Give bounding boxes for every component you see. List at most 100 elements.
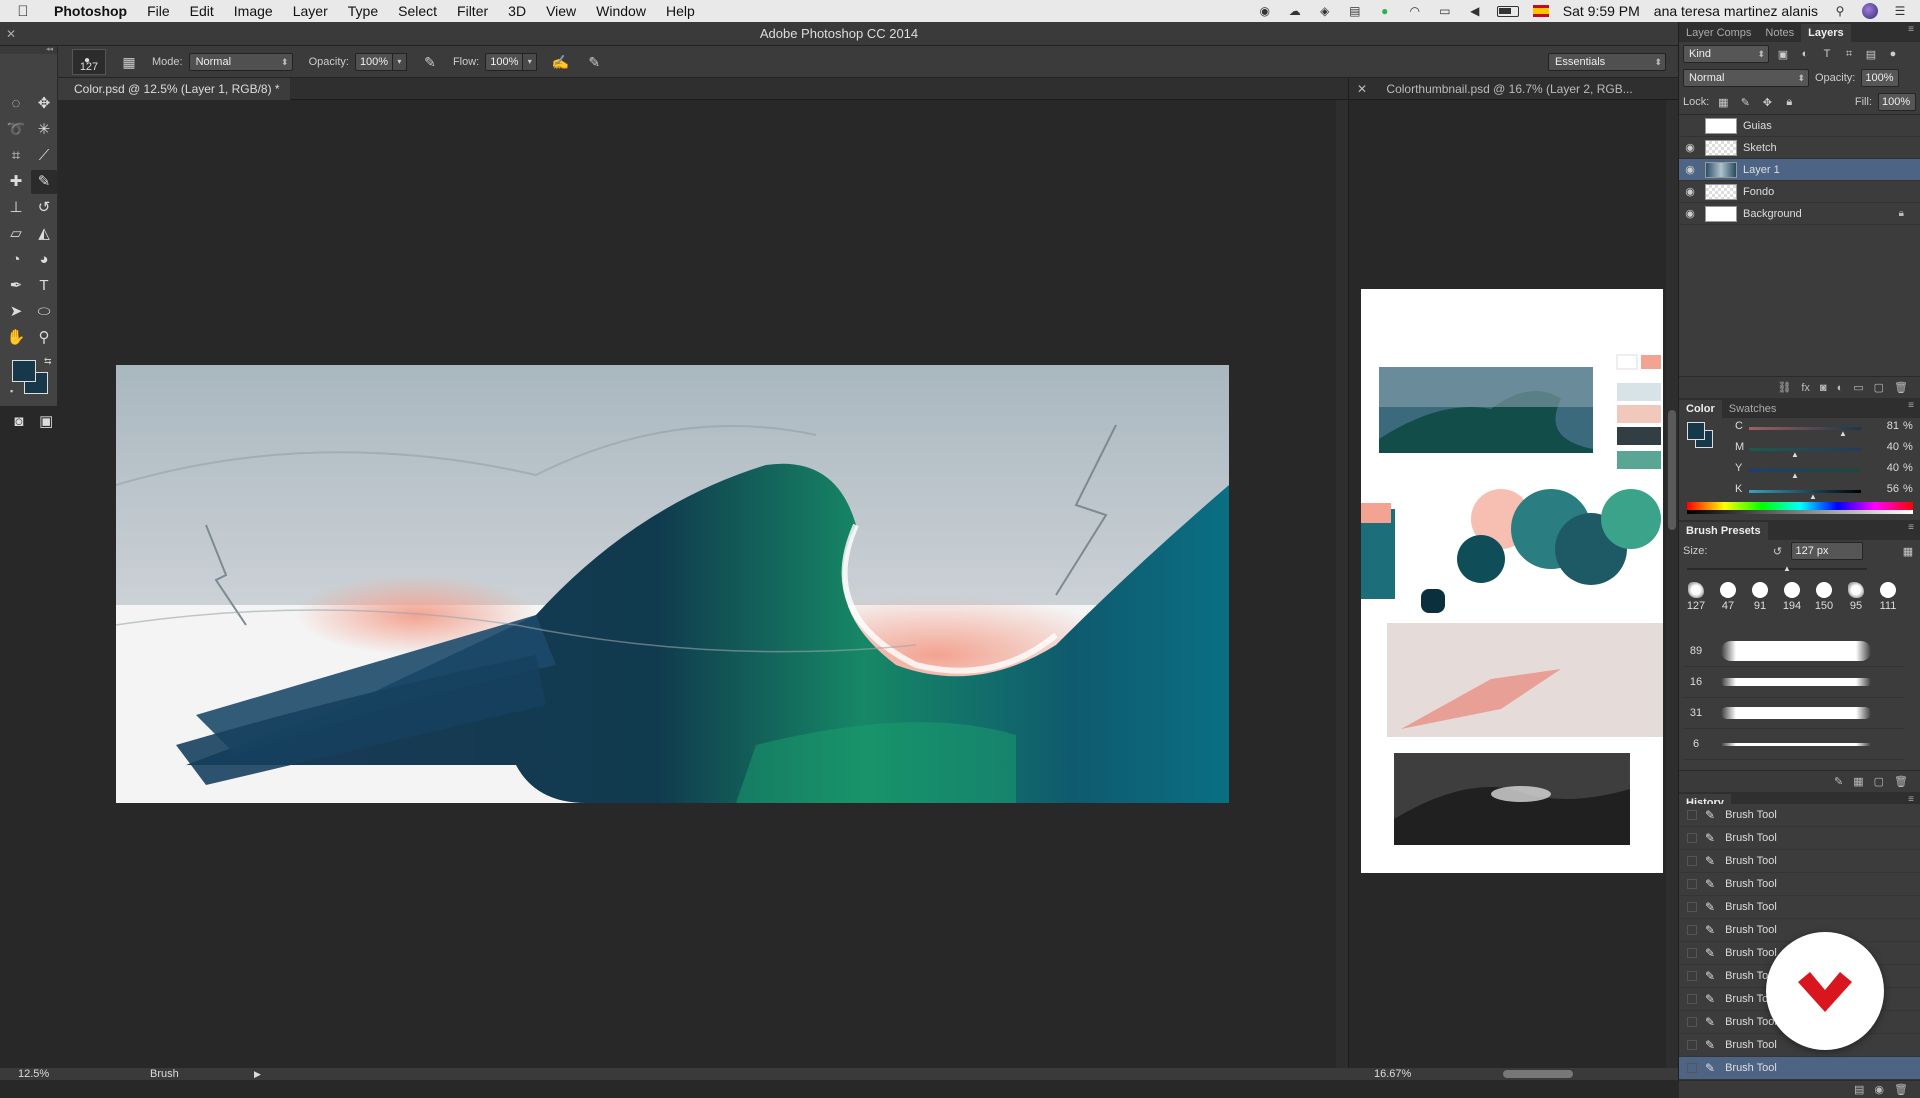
tab-color[interactable]: Color [1679,400,1722,418]
menu-3d[interactable]: 3D [498,3,536,19]
blend-mode-select[interactable]: Normal [1683,69,1809,87]
volume-icon[interactable]: ◀ [1467,4,1483,18]
tab-layers[interactable]: Layers [1801,24,1851,42]
lock-transparent-icon[interactable]: ▦ [1715,96,1731,109]
history-state[interactable]: ✎ Brush Tool [1679,873,1920,896]
history-snapshot-checkbox[interactable] [1687,810,1697,820]
color-panel-foreground-swatch[interactable] [1687,422,1705,440]
adjustment-layer-icon[interactable]: ◐ [1837,382,1844,394]
right-zoom-readout[interactable]: 16.67% [1374,1068,1411,1080]
history-snapshot-checkbox[interactable] [1687,948,1697,958]
battery-icon[interactable] [1496,5,1519,17]
tab-colorthumbnail-psd[interactable]: Colorthumbnail.psd @ 16.7% (Layer 2, RGB… [1378,78,1640,100]
paint-bucket-tool-icon[interactable]: ◭ [31,222,57,246]
ellipse-tool-icon[interactable]: ⬭ [31,300,57,324]
link-layers-icon[interactable]: ⛓ [1777,381,1791,394]
tab-color-psd[interactable]: Color.psd @ 12.5% (Layer 1, RGB/8) * [58,78,290,100]
hand-tool-icon[interactable]: ✋ [3,326,29,350]
filter-adjustment-icon[interactable]: ◐ [1797,48,1813,60]
close-window-icon[interactable]: ✕ [6,22,16,46]
menu-view[interactable]: View [536,3,586,19]
reference-vertical-scrollbar[interactable] [1666,100,1678,1068]
eraser-tool-icon[interactable]: ▱ [3,222,29,246]
tab-swatches[interactable]: Swatches [1722,400,1784,418]
brush-tip[interactable]: 127 [1683,582,1709,612]
filter-toggle-icon[interactable]: ● [1885,48,1901,60]
zoom-tool-icon[interactable]: ⚲ [31,326,57,350]
flow-slider-toggle[interactable]: ▾ [523,52,538,71]
layer-filter-select[interactable]: Kind [1683,45,1769,63]
brush-stroke-preset[interactable]: 89 [1683,636,1905,667]
document-vertical-scrollbar[interactable] [1336,100,1348,1068]
new-document-from-state-icon[interactable]: ▤ [1854,1083,1864,1096]
history-snapshot-checkbox[interactable] [1687,833,1697,843]
history-state[interactable]: ✎ Brush Tool [1679,827,1920,850]
channel-value[interactable]: 81 [1869,420,1899,434]
lock-position-icon[interactable]: ✥ [1759,96,1775,109]
flow-field[interactable]: 100% [485,52,524,71]
color-spectrum-bar[interactable] [1687,502,1913,514]
channel-value[interactable]: 40 [1869,462,1899,476]
history-snapshot-checkbox[interactable] [1687,856,1697,866]
app-menu[interactable]: Photoshop [46,3,137,19]
menu-image[interactable]: Image [224,3,283,19]
dropbox-icon[interactable]: ◈ [1317,4,1333,18]
layer-fill-field[interactable]: 100% [1878,93,1916,111]
document-canvas[interactable] [116,365,1229,803]
brush-tip[interactable]: 111 [1875,582,1901,612]
status-dot-icon[interactable]: ● [1377,4,1393,18]
visibility-eye-icon[interactable]: ◉ [1679,207,1701,220]
tab-notes[interactable]: Notes [1758,24,1801,42]
brush-tip[interactable]: 194 [1779,582,1805,612]
layer-row[interactable]: ◉ Background 🔒︎ [1679,203,1920,225]
history-snapshot-checkbox[interactable] [1687,971,1697,981]
history-brush-tool-icon[interactable]: ↺ [31,196,57,220]
brush-tip[interactable]: 47 [1715,582,1741,612]
opacity-field[interactable]: 100% [354,52,393,71]
layer-row[interactable]: ◉ Fondo [1679,181,1920,203]
marquee-tool-icon[interactable]: ◌ [3,92,29,116]
filter-type-icon[interactable]: T [1819,48,1835,60]
channel-value[interactable]: 56 [1869,483,1899,497]
history-state[interactable]: ✎ Brush Tool [1679,850,1920,873]
record-icon[interactable]: ◉ [1257,4,1273,18]
brush-preset-picker[interactable]: 127 [72,44,106,78]
history-state[interactable]: ✎ Brush Tool [1679,896,1920,919]
brush-size-field[interactable]: 127 px [1791,542,1864,560]
opacity-slider-toggle[interactable]: ▾ [392,52,407,71]
slider-knob-icon[interactable]: ▲ [1791,471,1799,480]
tab-brush-presets[interactable]: Brush Presets [1679,522,1768,540]
notification-center-icon[interactable]: ☰ [1892,4,1908,18]
slider-track[interactable] [1749,490,1861,493]
layer-row[interactable]: ◉ Sketch [1679,137,1920,159]
reset-size-icon[interactable]: ↺ [1769,545,1785,558]
lock-all-icon[interactable]: 🔒︎ [1781,96,1797,109]
airbrush-icon[interactable]: ✍ [549,52,571,72]
siri-avatar-icon[interactable] [1862,3,1878,19]
new-brush-icon[interactable]: ▢ [1874,775,1884,788]
slider-knob-icon[interactable]: ▲ [1791,450,1799,459]
menubar-clock[interactable]: Sat 9:59 PM [1563,3,1640,19]
quick-mask-icon[interactable]: ◙ [8,410,30,434]
menubar-user[interactable]: ana teresa martinez alanis [1654,3,1818,19]
menu-type[interactable]: Type [338,3,388,19]
horizontal-scroll-thumb[interactable] [1503,1070,1573,1078]
brush-stroke-preset[interactable]: 6 [1683,729,1905,760]
filter-pixel-icon[interactable]: ▣ [1775,48,1791,61]
menu-file[interactable]: File [137,3,180,19]
history-snapshot-checkbox[interactable] [1687,994,1697,1004]
path-selection-tool-icon[interactable]: ➤ [3,300,29,324]
history-snapshot-checkbox[interactable] [1687,1063,1697,1073]
doc-info-menu-icon[interactable]: ▶ [254,1068,261,1080]
brush-tip[interactable]: 95 [1843,582,1869,612]
history-snapshot-checkbox[interactable] [1687,879,1697,889]
pressure-size-icon[interactable]: ✎ [583,52,605,72]
panel-menu-icon[interactable]: ≡ [1908,24,1914,35]
slider-magenta[interactable]: M ▲ 40 % [1735,441,1913,459]
pressure-opacity-icon[interactable]: ✎ [419,52,441,72]
visibility-eye-icon[interactable]: ◉ [1679,163,1701,176]
color-panel-menu-icon[interactable]: ≡ [1908,400,1914,411]
brush-tip[interactable]: 150 [1811,582,1837,612]
creative-cloud-icon[interactable]: ☁ [1287,4,1303,18]
slider-cyan[interactable]: C ▲ 81 % [1735,420,1913,438]
